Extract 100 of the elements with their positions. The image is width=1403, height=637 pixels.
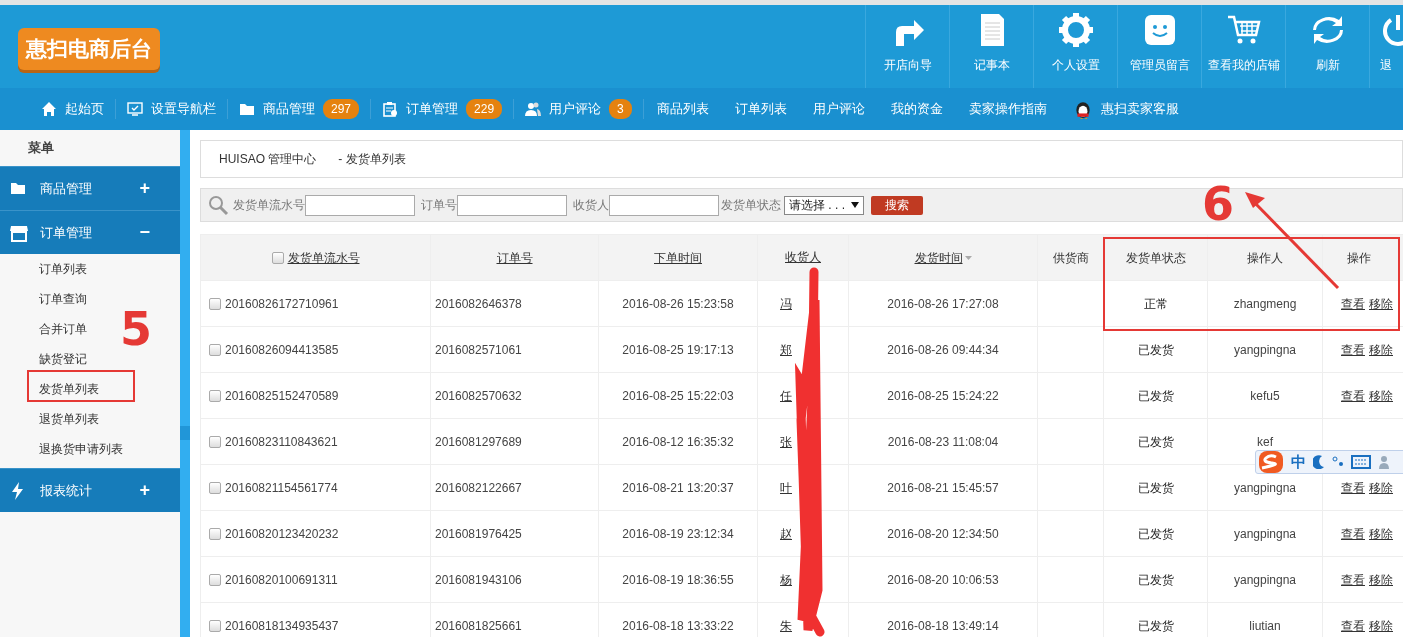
table-cell: 2016081976425 — [435, 526, 522, 541]
nav-link[interactable]: 商品管理 297 — [228, 99, 372, 119]
checkbox[interactable] — [209, 298, 221, 311]
column-header: 供货商 — [1052, 250, 1089, 265]
table-cell: 2016-08-20 12:34:50 — [887, 526, 999, 541]
annotation-number: 5 — [120, 302, 152, 356]
menu-group[interactable]: 报表统计 + — [0, 468, 180, 512]
column-sort-link[interactable]: 下单时间 — [654, 250, 702, 265]
receiver-link[interactable]: 郑 — [780, 342, 792, 357]
table-cell: 20160826172710961 — [225, 296, 339, 311]
nav-link[interactable]: 订单列表 — [721, 99, 800, 119]
checkbox[interactable] — [209, 528, 221, 541]
menu-item[interactable]: 订单查询 — [0, 284, 87, 314]
table-cell: 已发货 — [1137, 480, 1174, 495]
column-sort-link[interactable]: 订单号 — [496, 250, 533, 265]
nav-link[interactable]: 惠扫卖家客服 — [1059, 99, 1192, 119]
table-cell: 已发货 — [1137, 526, 1174, 541]
menu-item[interactable]: 退换货申请列表 — [0, 434, 123, 464]
action-link[interactable]: 查看 — [1341, 388, 1365, 403]
field-label: 收货人 — [573, 197, 609, 214]
table-cell: 2016-08-26 15:23:58 — [622, 296, 734, 311]
table-cell: 已发货 — [1137, 572, 1174, 587]
caret-icon — [851, 202, 859, 208]
action-link[interactable]: 查看 — [1341, 480, 1365, 495]
action-link[interactable]: 查看 — [1341, 572, 1365, 587]
checkbox[interactable] — [271, 252, 284, 265]
table-cell: yangpingna — [1233, 572, 1297, 587]
moon-icon[interactable] — [1313, 455, 1325, 469]
input-field[interactable] — [457, 194, 567, 216]
input-field[interactable] — [305, 194, 415, 216]
table-cell: 2016081825661 — [435, 618, 522, 633]
checkbox[interactable] — [209, 436, 221, 449]
user-icon[interactable] — [1378, 454, 1392, 470]
table-cell: 2016-08-19 18:36:55 — [622, 572, 734, 587]
action-link[interactable]: 移除 — [1369, 342, 1393, 357]
home-icon — [41, 101, 57, 117]
table-cell: yangpingna — [1233, 480, 1297, 495]
checkbox[interactable] — [209, 574, 221, 587]
checkbox[interactable] — [209, 344, 221, 357]
receiver-link[interactable]: 杨 — [780, 572, 792, 587]
ime-mode[interactable]: 中 — [1291, 450, 1306, 474]
nav-link[interactable]: 商品列表 — [643, 99, 722, 119]
action-link[interactable]: 移除 — [1369, 296, 1393, 311]
receiver-link[interactable]: 任 — [780, 388, 792, 403]
table-cell: 2016-08-25 15:24:22 — [887, 388, 999, 403]
table-cell: kef — [1257, 434, 1273, 449]
column-sort-link[interactable]: 发货时间 — [914, 250, 963, 265]
receiver-link[interactable]: 张 — [780, 434, 792, 449]
menu-item[interactable]: 退货单列表 — [0, 404, 99, 434]
logo: 惠扫电商后台 — [18, 28, 160, 70]
action-link[interactable]: 查看 — [1341, 296, 1365, 311]
table-cell: 2016-08-21 15:45:57 — [887, 480, 999, 495]
nav-link[interactable]: 卖家操作指南 — [955, 99, 1060, 119]
column-sort-link[interactable]: 发货单流水号 — [287, 250, 360, 265]
table-cell: kefu5 — [1250, 388, 1280, 403]
column-sort-link[interactable]: 收货人 — [785, 250, 821, 264]
menu-item[interactable]: 订单列表 — [0, 254, 87, 284]
table-cell: 20160825152470589 — [225, 388, 339, 403]
users-icon — [525, 101, 542, 117]
table-cell: 已发货 — [1137, 388, 1174, 403]
checkbox[interactable] — [209, 482, 221, 495]
table-cell: 2016-08-12 16:35:32 — [622, 434, 734, 449]
keyboard-icon[interactable] — [1351, 455, 1371, 469]
table-cell: 2016082571061 — [435, 342, 522, 357]
action-link[interactable]: 查看 — [1341, 342, 1365, 357]
nav-link[interactable]: 订单管理 229 — [371, 99, 515, 119]
input-field[interactable] — [609, 194, 719, 216]
action-link[interactable]: 移除 — [1369, 480, 1393, 495]
nav-link[interactable]: 我的资金 — [877, 99, 956, 119]
checkbox[interactable] — [209, 390, 221, 403]
collapse-toggle[interactable] — [180, 426, 190, 440]
status-dropdown[interactable]: 请选择 . . . — [784, 195, 864, 215]
search-icon — [207, 194, 229, 216]
menu-item[interactable]: 发货单列表 — [0, 374, 99, 404]
action-link[interactable]: 移除 — [1369, 526, 1393, 541]
punctuation-icon[interactable] — [1332, 456, 1344, 468]
menu-group[interactable]: 商品管理 + — [0, 166, 180, 210]
action-link[interactable]: 查看 — [1341, 526, 1365, 541]
nav-link[interactable]: 用户评论 — [799, 99, 878, 119]
receiver-link[interactable]: 朱 — [780, 618, 792, 633]
column-header: 发货单状态 — [1125, 250, 1186, 265]
table-cell: 2016-08-25 19:17:13 — [622, 342, 734, 357]
field-label: 订单号 — [421, 197, 457, 214]
checkbox[interactable] — [209, 620, 221, 633]
search-button[interactable]: 搜索 — [871, 195, 923, 215]
receiver-link[interactable]: 冯 — [780, 296, 792, 311]
nav-link[interactable]: 用户评论 3 — [514, 99, 644, 119]
action-link[interactable]: 移除 — [1369, 388, 1393, 403]
menu-item[interactable]: 合并订单 — [0, 314, 87, 344]
nav-link[interactable]: 设置导航栏 — [116, 99, 228, 119]
menu-group[interactable]: 订单管理 − — [0, 210, 180, 254]
receiver-link[interactable]: 叶 — [780, 480, 792, 495]
menu-item[interactable]: 缺货登记 — [0, 344, 87, 374]
nav-link[interactable]: 起始页 — [30, 99, 116, 119]
action-link[interactable]: 移除 — [1369, 618, 1393, 633]
action-link[interactable]: 查看 — [1341, 618, 1365, 633]
menu-title: 菜单 — [27, 139, 55, 158]
table-cell: 2016082122667 — [435, 480, 522, 495]
action-link[interactable]: 移除 — [1369, 572, 1393, 587]
receiver-link[interactable]: 赵 — [780, 526, 792, 541]
